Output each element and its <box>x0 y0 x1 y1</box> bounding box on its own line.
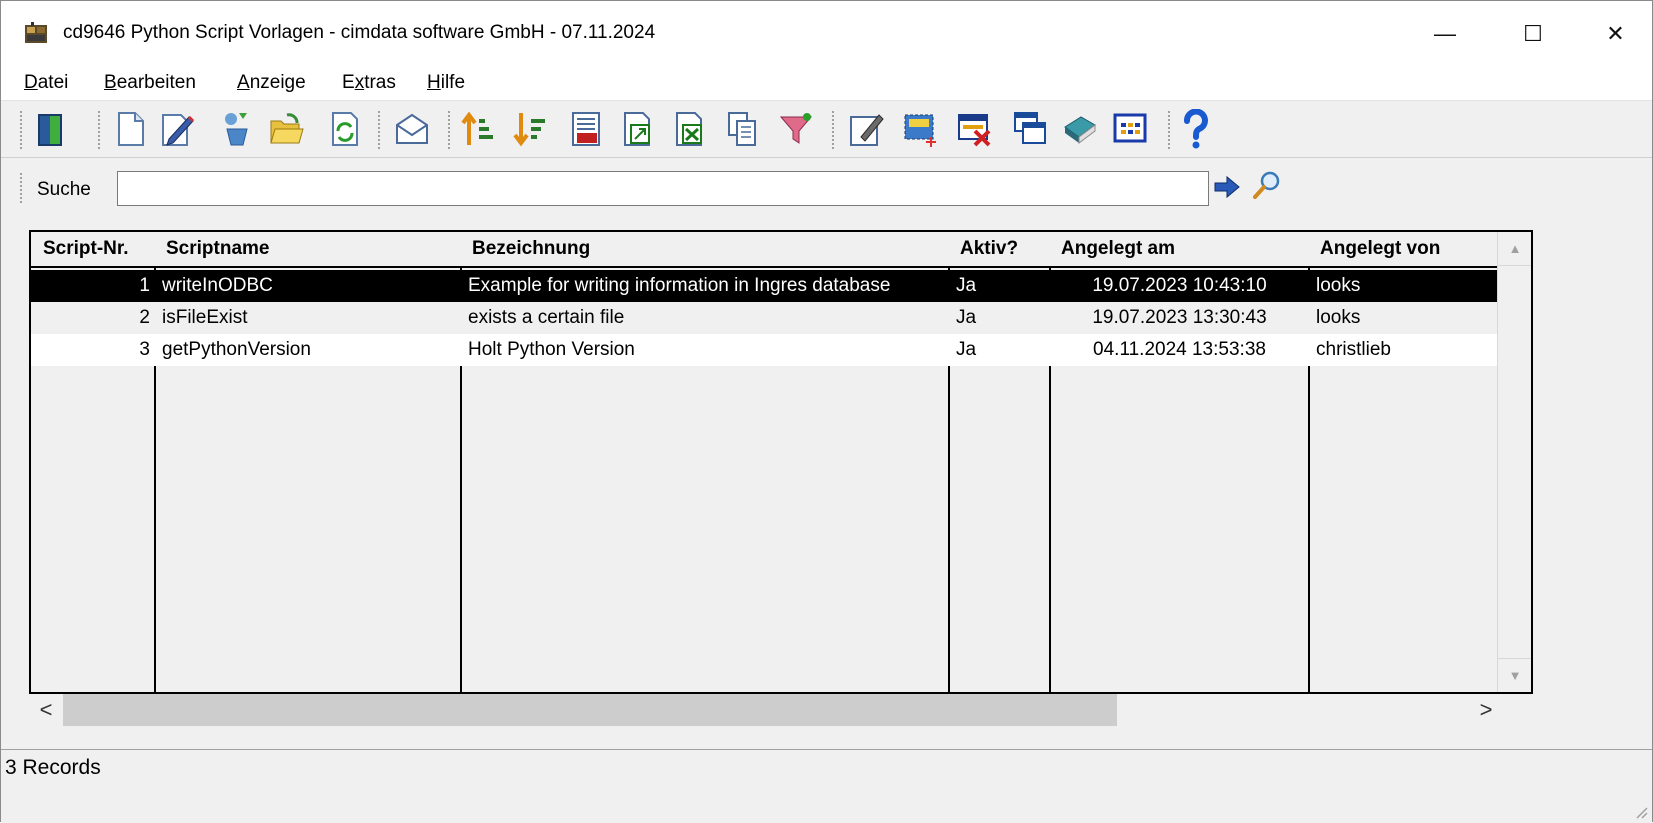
title-bar[interactable]: cd9646 Python Script Vorlagen - cimdata … <box>1 1 1652 67</box>
minimize-button[interactable]: — <box>1401 1 1489 67</box>
scroll-down-button[interactable]: ▼ <box>1498 658 1531 692</box>
edit-pencil-icon[interactable] <box>157 109 195 149</box>
toolbar-grip[interactable] <box>97 110 101 150</box>
cell-scriptname: getPythonVersion <box>162 339 311 360</box>
open-folder-icon[interactable] <box>267 109 305 149</box>
search-bar: Suche <box>1 164 1652 214</box>
filter-icon[interactable] <box>777 109 815 149</box>
menu-hilfe-mnemonic: H <box>427 72 441 93</box>
copy-record-icon[interactable] <box>217 109 255 149</box>
export-icon[interactable] <box>619 109 657 149</box>
magnifier-icon[interactable] <box>1251 169 1283 201</box>
header-aktiv[interactable]: Aktiv? <box>952 232 1047 266</box>
searchbar-grip[interactable] <box>19 172 23 204</box>
cell-script-nr: 1 <box>139 275 150 296</box>
new-document-icon[interactable] <box>111 109 149 149</box>
menu-bearbeiten-mnemonic: B <box>104 72 117 93</box>
toolbar <box>1 102 1652 158</box>
menu-datei[interactable]: Datei <box>24 72 68 94</box>
menu-anzeige-mnemonic: A <box>237 72 250 93</box>
menu-datei-mnemonic: D <box>24 72 38 93</box>
toolbar-grip[interactable] <box>377 110 381 150</box>
cell-bezeichnung: Example for writing information in Ingre… <box>468 275 891 296</box>
delete-record-icon[interactable] <box>955 109 993 149</box>
cell-aktiv: Ja <box>956 307 977 328</box>
menu-extras-prefix: E <box>342 72 355 93</box>
menu-anzeige-label: nzeige <box>249 72 306 93</box>
menu-hilfe-label: ilfe <box>440 72 466 93</box>
table-row[interactable]: 2 isFileExist exists a certain file Ja 1… <box>31 302 1501 334</box>
header-bezeichnung[interactable]: Bezeichnung <box>464 232 946 266</box>
header-script-nr[interactable]: Script-Nr. <box>35 232 154 266</box>
cell-script-nr: 2 <box>139 307 150 328</box>
vertical-scrollbar[interactable]: ▲ ▼ <box>1497 232 1531 692</box>
cell-aktiv: Ja <box>956 275 977 296</box>
toolbar-grip[interactable] <box>447 110 451 150</box>
copy-pages-icon[interactable] <box>723 109 761 149</box>
cell-angelegt-von: looks <box>1316 275 1361 296</box>
cell-script-nr: 3 <box>139 339 150 360</box>
header-angelegt-am[interactable]: Angelegt am <box>1053 232 1306 266</box>
menu-hilfe[interactable]: Hilfe <box>427 72 465 94</box>
scroll-up-button[interactable]: ▲ <box>1498 232 1531 266</box>
cell-angelegt-am: 19.07.2023 10:43:10 <box>1092 275 1267 296</box>
edit-form-icon[interactable] <box>847 109 885 149</box>
cell-angelegt-am: 04.11.2024 13:53:38 <box>1093 339 1266 360</box>
cell-bezeichnung: exists a certain file <box>468 307 625 328</box>
header-scriptname[interactable]: Scriptname <box>158 232 458 266</box>
arrow-right-icon[interactable] <box>1213 174 1243 200</box>
app-icon <box>25 22 47 43</box>
refresh-icon[interactable] <box>325 109 363 149</box>
menu-bar: Datei Bearbeiten Anzeige Extras Hilfe <box>1 67 1652 101</box>
cell-angelegt-von: looks <box>1316 307 1361 328</box>
mail-icon[interactable] <box>393 109 431 149</box>
table-row[interactable]: 3 getPythonVersion Holt Python Version J… <box>31 334 1501 366</box>
table-header: Script-Nr. Scriptname Bezeichnung Aktiv?… <box>31 232 1501 268</box>
help-icon[interactable] <box>1177 109 1215 149</box>
windows-icon[interactable] <box>1011 109 1049 149</box>
status-bar: 3 Records <box>1 749 1652 823</box>
scroll-left-button[interactable]: < <box>29 694 63 726</box>
cell-angelegt-von: christlieb <box>1316 339 1391 360</box>
number-format-icon[interactable] <box>567 109 605 149</box>
scroll-right-button[interactable]: > <box>1469 694 1503 726</box>
data-grid[interactable]: Script-Nr. Scriptname Bezeichnung Aktiv?… <box>29 230 1533 694</box>
toolbar-grip[interactable] <box>1167 110 1171 150</box>
cell-angelegt-am: 19.07.2023 13:30:43 <box>1092 307 1267 328</box>
search-input[interactable] <box>117 171 1209 206</box>
cell-scriptname: writeInODBC <box>162 275 273 296</box>
window-title: cd9646 Python Script Vorlagen - cimdata … <box>63 22 656 43</box>
sort-ascending-icon[interactable] <box>459 109 497 149</box>
menu-extras[interactable]: Extras <box>342 72 396 94</box>
cell-aktiv: Ja <box>956 339 977 360</box>
book-icon[interactable] <box>1061 109 1099 149</box>
select-area-icon[interactable] <box>901 109 939 149</box>
menu-extras-mnemonic: x <box>354 72 365 93</box>
toolbar-grip[interactable] <box>831 110 835 150</box>
horizontal-scroll-thumb[interactable] <box>63 694 1117 726</box>
close-button[interactable]: ✕ <box>1577 1 1653 67</box>
menu-bearbeiten[interactable]: Bearbeiten <box>104 72 196 94</box>
header-angelegt-von[interactable]: Angelegt von <box>1312 232 1501 266</box>
menu-datei-label: atei <box>37 72 69 93</box>
sort-descending-icon[interactable] <box>511 109 549 149</box>
grid-view-icon[interactable] <box>1111 109 1149 149</box>
resize-grip-icon[interactable] <box>1632 803 1648 819</box>
menu-bearbeiten-label: earbeiten <box>116 72 196 93</box>
maximize-button[interactable]: ☐ <box>1489 1 1577 67</box>
cell-scriptname: isFileExist <box>162 307 248 328</box>
table-row[interactable]: 1 writeInODBC Example for writing inform… <box>31 270 1501 302</box>
excel-export-icon[interactable] <box>671 109 709 149</box>
exit-door-icon[interactable] <box>31 109 69 149</box>
cell-bezeichnung: Holt Python Version <box>468 339 635 360</box>
horizontal-scrollbar[interactable]: < > <box>29 694 1533 726</box>
search-label: Suche <box>37 179 91 200</box>
menu-extras-label: tras <box>364 72 396 93</box>
menu-anzeige[interactable]: Anzeige <box>237 72 306 94</box>
app-window: cd9646 Python Script Vorlagen - cimdata … <box>0 0 1653 823</box>
toolbar-grip[interactable] <box>19 110 23 150</box>
record-count: 3 Records <box>5 756 101 779</box>
